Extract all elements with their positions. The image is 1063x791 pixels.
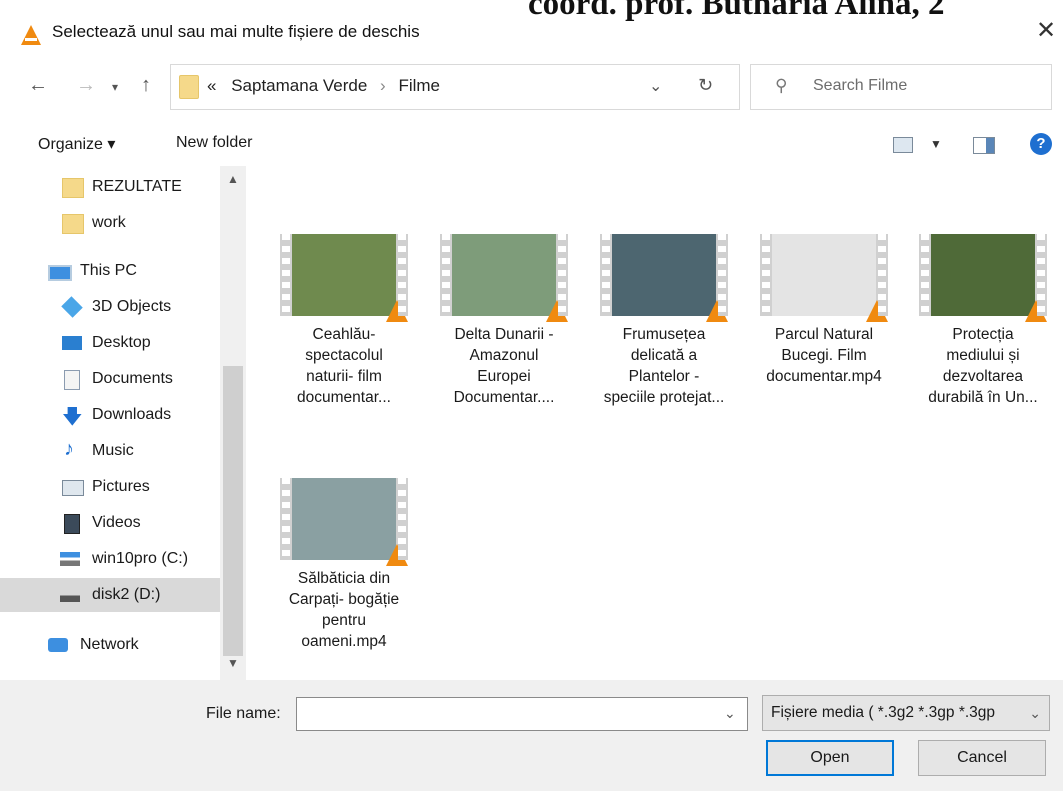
- nav-item-pictures[interactable]: Pictures: [0, 470, 220, 504]
- documents-icon: [64, 370, 80, 390]
- file-name: Parcul Natural Bucegi. Film documentar.m…: [766, 326, 882, 385]
- nav-item-work[interactable]: work: [0, 206, 220, 240]
- nav-item-network[interactable]: Network: [0, 628, 220, 662]
- nav-item-documents[interactable]: Documents: [0, 362, 220, 396]
- nav-item-this-pc[interactable]: This PC: [0, 254, 220, 288]
- nav-item-videos[interactable]: Videos: [0, 506, 220, 540]
- nav-item-label: Network: [80, 636, 139, 653]
- dialog-title: Selectează unul sau mai multe fișiere de…: [52, 22, 420, 41]
- search-icon: ⚲: [775, 76, 788, 95]
- drive-icon: [60, 588, 80, 602]
- file-type-filter-value: Fișiere media ( *.3g2 *.3gp *.3gp: [771, 704, 996, 721]
- change-view-icon[interactable]: [893, 137, 913, 153]
- new-folder-button[interactable]: New folder: [176, 134, 252, 152]
- nav-item-desktop[interactable]: Desktop: [0, 326, 220, 360]
- nav-item-label: This PC: [80, 262, 137, 279]
- chevron-right-icon: ›: [380, 76, 386, 95]
- nav-item-music[interactable]: ♪ Music: [0, 434, 220, 468]
- nav-item-label: Documents: [92, 370, 173, 387]
- back-arrow-icon[interactable]: ←: [28, 74, 48, 97]
- breadcrumb: « Saptamana Verde › Filme: [207, 76, 440, 96]
- nav-item-label: Desktop: [92, 334, 151, 351]
- cube-icon: [61, 296, 83, 318]
- nav-item-label: Music: [92, 442, 134, 459]
- nav-item-drive-c[interactable]: win10pro (C:): [0, 542, 220, 576]
- music-icon: ♪: [64, 438, 74, 460]
- up-arrow-icon[interactable]: ↑: [141, 74, 151, 97]
- address-bar[interactable]: « Saptamana Verde › Filme ⌄ ↻: [170, 64, 740, 110]
- search-input[interactable]: Search Filme: [813, 77, 907, 95]
- scroll-up-icon[interactable]: ▲: [227, 172, 239, 186]
- folder-icon: [62, 214, 84, 234]
- cancel-button[interactable]: Cancel: [918, 740, 1046, 776]
- video-thumbnail: [440, 234, 568, 322]
- forward-arrow-icon[interactable]: →: [76, 74, 96, 97]
- vlc-icon: [386, 300, 408, 322]
- chevron-down-icon: ⌄: [1029, 705, 1041, 721]
- folder-icon: [179, 75, 199, 99]
- download-icon: 🡇: [62, 406, 83, 428]
- file-name-label: File name:: [206, 705, 281, 722]
- nav-item-label: win10pro (C:): [92, 550, 189, 567]
- nav-item-drive-d[interactable]: disk2 (D:): [0, 578, 220, 612]
- address-dropdown-chevron-icon[interactable]: ⌄: [649, 76, 662, 96]
- file-name: Delta Dunarii - Amazonul Europei Documen…: [453, 326, 555, 406]
- video-thumbnail: [280, 234, 408, 322]
- nav-item-downloads[interactable]: 🡇 Downloads: [0, 398, 220, 432]
- nav-item-label: disk2 (D:): [92, 586, 161, 603]
- nav-item-label: Videos: [92, 514, 141, 531]
- desktop-icon: [62, 336, 82, 350]
- preview-pane-icon[interactable]: [973, 137, 995, 154]
- file-name: Frumusețea delicată a Plantelor - specii…: [603, 326, 725, 406]
- video-thumbnail: [280, 478, 408, 566]
- nav-item-label: Pictures: [92, 478, 150, 495]
- open-button[interactable]: Open: [766, 740, 894, 776]
- videos-icon: [64, 514, 80, 534]
- nav-item-label: REZULTATE: [92, 178, 182, 195]
- navigation-scrollbar[interactable]: ▲ ▼: [220, 166, 246, 680]
- vlc-icon: [866, 300, 888, 322]
- vlc-icon: [546, 300, 568, 322]
- scroll-down-icon[interactable]: ▼: [227, 656, 239, 670]
- folder-icon: [62, 178, 84, 198]
- help-icon[interactable]: ?: [1030, 133, 1052, 155]
- nav-item-label: work: [92, 214, 126, 231]
- vlc-icon: [1025, 300, 1047, 322]
- organize-button[interactable]: Organize ▾: [38, 134, 115, 154]
- video-thumbnail: [600, 234, 728, 322]
- vlc-icon: [21, 25, 41, 45]
- close-icon[interactable]: ✕: [1036, 16, 1056, 45]
- vlc-icon: [706, 300, 728, 322]
- navigation-pane: REZULTATE work This PC 3D Objects Deskto…: [0, 166, 246, 680]
- drive-icon: [60, 552, 80, 566]
- breadcrumb-overflow[interactable]: «: [207, 76, 216, 95]
- file-name-dropdown-chevron-icon[interactable]: ⌄: [724, 705, 736, 722]
- file-name: Ceahlău- spectacolul naturii- film docum…: [297, 326, 391, 406]
- nav-item-rezultate[interactable]: REZULTATE: [0, 170, 220, 204]
- refresh-icon[interactable]: ↻: [698, 75, 713, 96]
- pictures-icon: [62, 480, 84, 496]
- video-thumbnail: [760, 234, 888, 322]
- file-name: Protecția mediului și dezvoltarea durabi…: [928, 326, 1038, 406]
- view-options-chevron-icon[interactable]: ▼: [930, 137, 942, 151]
- file-name-input[interactable]: [296, 697, 748, 731]
- file-dialog-footer: File name: ⌄ Fișiere media ( *.3g2 *.3gp…: [0, 680, 1063, 791]
- breadcrumb-item[interactable]: Saptamana Verde: [231, 76, 367, 95]
- search-box[interactable]: ⚲ Search Filme: [750, 64, 1052, 110]
- vlc-icon: [386, 544, 408, 566]
- dialog-title-bar: Selectează unul sau mai multe fișiere de…: [0, 14, 1063, 54]
- breadcrumb-item[interactable]: Filme: [398, 76, 440, 95]
- nav-item-label: Downloads: [92, 406, 172, 423]
- file-type-filter-select[interactable]: Fișiere media ( *.3g2 *.3gp *.3gp ⌄: [762, 695, 1050, 731]
- video-thumbnail: [919, 234, 1047, 322]
- network-icon: [48, 638, 68, 652]
- file-name: Sălbăticia din Carpați- bogăție pentru o…: [288, 570, 400, 650]
- nav-item-label: 3D Objects: [92, 298, 172, 315]
- computer-icon: [48, 265, 72, 281]
- scrollbar-thumb[interactable]: [223, 366, 243, 656]
- recent-locations-chevron-icon[interactable]: ▾: [112, 80, 118, 94]
- nav-item-3d-objects[interactable]: 3D Objects: [0, 290, 220, 324]
